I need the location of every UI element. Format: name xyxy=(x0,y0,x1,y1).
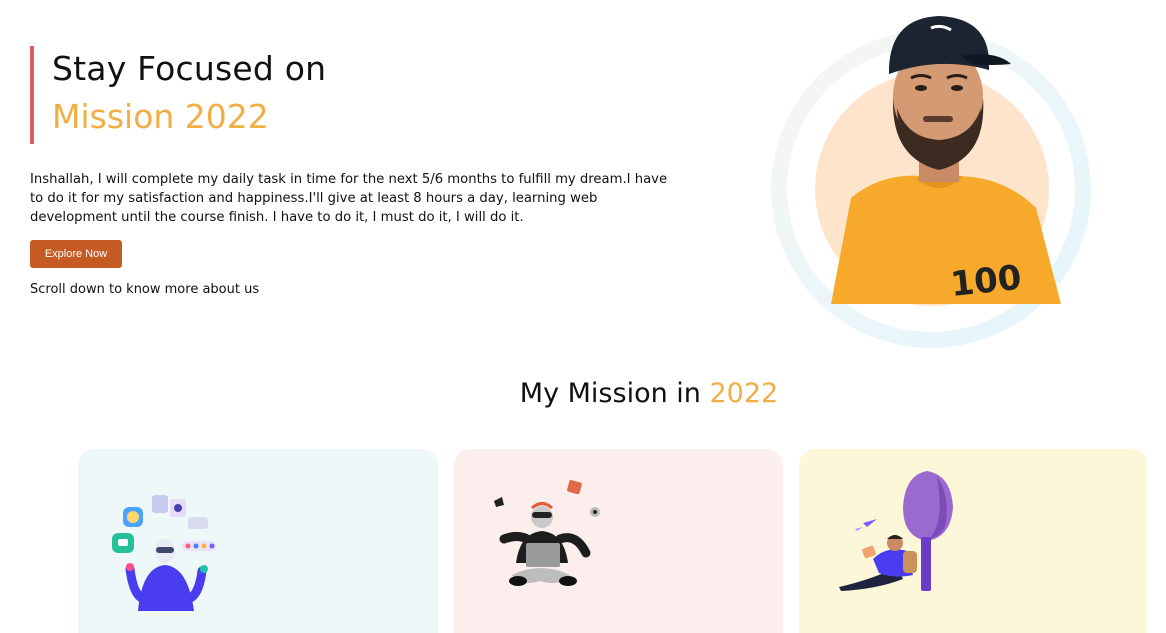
mission-card[interactable] xyxy=(454,449,783,633)
hero-description: Inshallah, I will complete my daily task… xyxy=(30,172,668,225)
explore-now-button[interactable]: Explore Now xyxy=(30,240,122,268)
mission-heading-year: 2022 xyxy=(709,378,779,409)
person-photo: 100 xyxy=(831,16,1061,304)
person-juggling-apps-illustration xyxy=(112,495,216,611)
hero-subtitle: Mission 2022 xyxy=(52,97,269,136)
mission-card[interactable] xyxy=(78,449,438,633)
mission-card[interactable] xyxy=(799,449,1147,633)
mission-heading: My Mission in 2022 xyxy=(0,378,1166,409)
shirt-print: 100 xyxy=(949,258,1024,304)
scroll-hint: Scroll down to know more about us xyxy=(30,282,260,297)
hero-title-block: Stay Focused on Mission 2022 xyxy=(30,46,326,144)
person-with-laptop-illustration xyxy=(494,480,600,586)
hero-title: Stay Focused on xyxy=(52,49,327,88)
person-reading-under-tree-illustration xyxy=(839,471,953,591)
profile-picture: 100 xyxy=(771,16,1091,348)
mission-heading-text: My Mission in xyxy=(519,378,710,409)
